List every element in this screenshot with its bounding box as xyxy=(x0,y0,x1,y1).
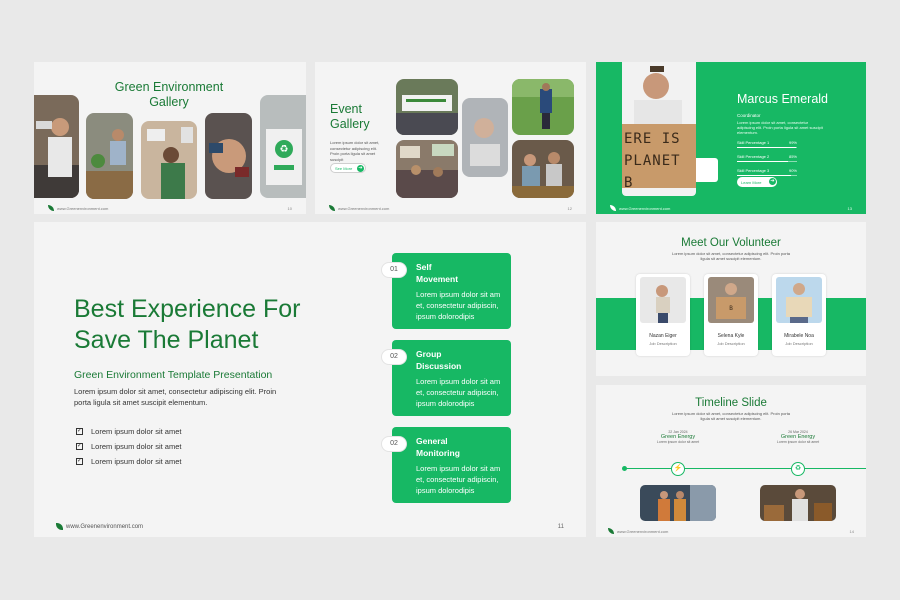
volunteer-card: B Selena Kyle Job Description xyxy=(704,274,758,356)
learn-more-button[interactable]: Learn More ➔ xyxy=(737,177,777,187)
feature-card-self-movement: Self Movement Lorem ipsum dolor sit am e… xyxy=(392,253,511,329)
feature-card-group-discussion: Group Discussion Lorem ipsum dolor sit a… xyxy=(392,340,511,416)
volunteer-title: Meet Our Volunteer xyxy=(681,237,781,249)
profile-name: Marcus Emerald xyxy=(737,92,828,106)
checklist: ✓ Lorem ipsum dolor sit amet ✓ Lorem ips… xyxy=(76,424,181,469)
event-gallery-title: Event Gallery xyxy=(330,102,370,131)
volunteer-photo xyxy=(776,277,822,323)
svg-text:B: B xyxy=(729,305,733,312)
page-number: 12 xyxy=(567,206,572,211)
skill-bar xyxy=(737,161,797,162)
gallery-photo-protest xyxy=(141,121,197,199)
leaf-icon xyxy=(329,205,335,211)
skill-fill xyxy=(737,161,788,162)
checkbox-icon: ✓ xyxy=(76,443,83,450)
gallery-photo-planting xyxy=(86,113,133,199)
event-footer: www.Greenenvironment.com xyxy=(329,205,389,211)
volunteer-card: Mirabele Noa Job Description xyxy=(772,274,826,356)
svg-text:♻: ♻ xyxy=(280,144,289,155)
leaf-icon xyxy=(610,205,616,211)
timeline-description: Lorem ipsum dolor sit amet, consectetur … xyxy=(671,411,791,421)
gallery-photo-hands xyxy=(205,113,252,199)
profile-photo: ERE IS PLANET B xyxy=(622,62,696,196)
timeline-start-dot xyxy=(622,466,627,471)
arrow-icon: ➔ xyxy=(769,178,776,185)
timeline-slide: Timeline Slide Lorem ipsum dolor sit ame… xyxy=(596,385,866,537)
timeline-title: Timeline Slide xyxy=(695,397,767,409)
main-headline: Best Experience For Save The Planet xyxy=(74,295,301,354)
event-gallery-slide: Event Gallery Lorem ipsum dolor sit amet… xyxy=(315,62,586,214)
event-photo-hands-trash xyxy=(462,98,508,177)
volunteer-photo: B xyxy=(708,277,754,323)
skill-fill xyxy=(737,147,797,148)
leaf-icon xyxy=(56,523,63,530)
main-subtitle: Green Environment Template Presentation xyxy=(74,369,273,381)
leaf-icon xyxy=(608,528,614,534)
volunteer-card: Nazan Eiger Job Description xyxy=(636,274,690,356)
card-number-badge: 02 xyxy=(381,436,407,452)
event-photo-cleanup xyxy=(512,79,574,135)
gallery-photo-recycle: ♻ xyxy=(260,95,306,198)
badge-card xyxy=(696,158,718,182)
checklist-item: ✓ Lorem ipsum dolor sit amet xyxy=(76,442,182,451)
checklist-item: ✓ Lorem ipsum dolor sit amet xyxy=(76,427,182,436)
checkbox-icon: ✓ xyxy=(76,428,83,435)
skill-bar xyxy=(737,175,797,176)
feature-card-general-monitoring: General Monitoring Lorem ipsum dolor sit… xyxy=(392,427,511,503)
timeline-line xyxy=(624,468,866,469)
timeline-event: 22 Jan 2024 Green Energy Lorem ipsum dol… xyxy=(656,430,700,444)
recycle-bin-icon: ♻ xyxy=(791,462,805,476)
see-more-button[interactable]: See More ➔ xyxy=(330,163,366,173)
card-number-badge: 02 xyxy=(381,349,407,365)
timeline-footer: www.Greenenvironment.com xyxy=(608,528,668,534)
event-photo-rally xyxy=(396,79,458,135)
main-slide: Best Experience For Save The Planet Gree… xyxy=(34,222,586,537)
profile-description: Lorem ipsum dolor sit amet, consectetur … xyxy=(737,120,823,135)
gallery-title: Green Environment Gallery xyxy=(114,80,224,109)
protest-sign-text: ERE IS PLANET B xyxy=(624,131,681,191)
event-photo-workshop xyxy=(512,140,574,198)
page-number: 13 xyxy=(847,206,852,211)
profile-slide: ERE IS PLANET B Marcus Emerald Coordinat… xyxy=(596,62,866,214)
volunteer-slide: Meet Our Volunteer Lorem ipsum dolor sit… xyxy=(596,222,866,376)
checklist-item: ✓ Lorem ipsum dolor sit amet xyxy=(76,457,182,466)
volunteer-description: Lorem ipsum dolor sit amet, consectetur … xyxy=(671,251,791,261)
energy-icon: ⚡ xyxy=(671,462,685,476)
event-photo-march xyxy=(396,140,458,198)
timeline-event: 26 Mar 2024 Green Energy Lorem ipsum dol… xyxy=(776,430,820,444)
gallery-footer: www.Greenenvironment.com xyxy=(48,205,108,211)
profile-footer: www.Greenenvironment.com xyxy=(610,205,670,211)
volunteer-photo xyxy=(640,277,686,323)
main-paragraph: Lorem ipsum dolor sit amet, consectetur … xyxy=(74,387,277,407)
skill-bar xyxy=(737,147,797,148)
skill-row-1: Skill Percentage 1 99% xyxy=(737,140,797,148)
main-footer: www.Greenenvironment.com xyxy=(56,523,143,530)
checkbox-icon: ✓ xyxy=(76,458,83,465)
gallery-photo-megaphone xyxy=(34,95,79,198)
arrow-icon: ➔ xyxy=(357,165,364,172)
skill-fill xyxy=(737,175,791,176)
event-description: Lorem ipsum dolor sit amet, consectetur … xyxy=(330,140,380,162)
skill-row-3: Skill Percentage 3 90% xyxy=(737,168,797,176)
profile-role: Coordinator xyxy=(737,113,761,118)
page-number: 14 xyxy=(849,529,854,534)
card-number-badge: 01 xyxy=(381,262,407,278)
timeline-photo-carpenter xyxy=(760,485,836,521)
page-number: 10 xyxy=(287,206,292,211)
leaf-icon xyxy=(48,205,54,211)
gallery-slide: Green Environment Gallery ♻ www.Greenenv… xyxy=(34,62,306,214)
page-number: 11 xyxy=(557,524,564,530)
timeline-photo-workers xyxy=(640,485,716,521)
skill-row-2: Skill Percentage 2 85% xyxy=(737,154,797,162)
